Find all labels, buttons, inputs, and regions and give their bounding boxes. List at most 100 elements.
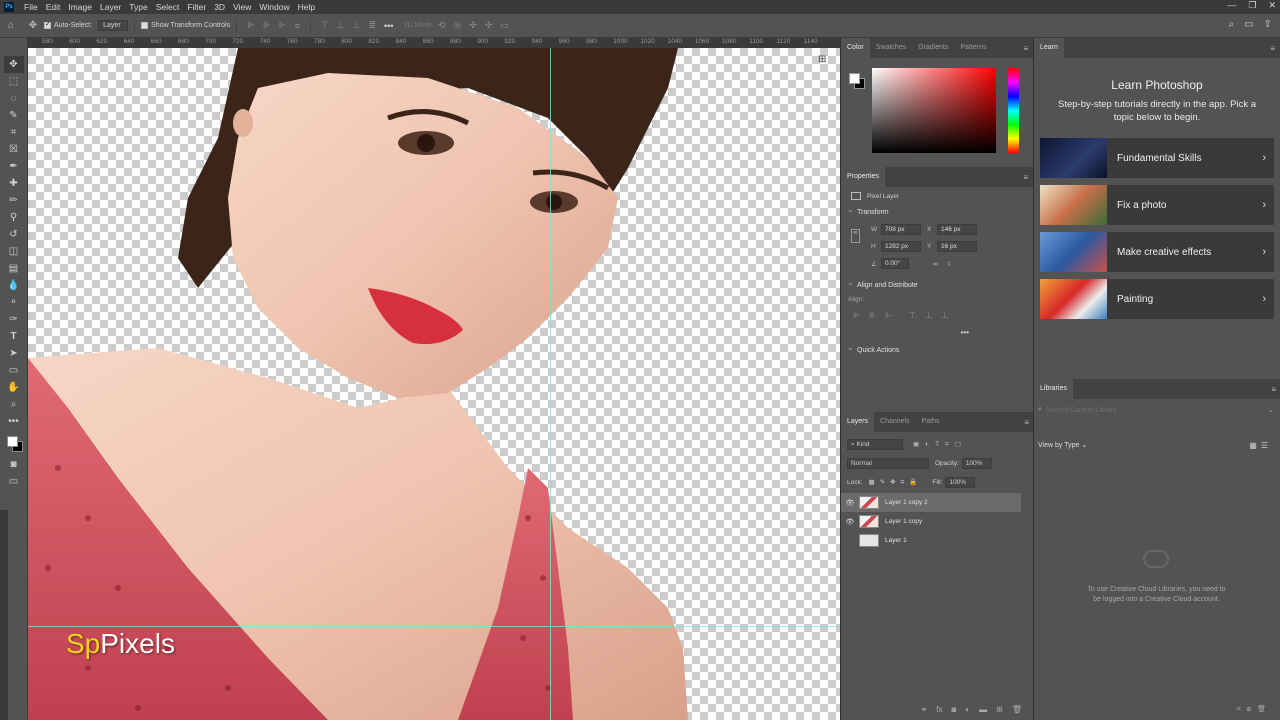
menu-view[interactable]: View (229, 2, 255, 12)
more-options-icon[interactable]: ••• (384, 21, 393, 31)
show-transform-checkbox[interactable] (141, 22, 149, 29)
horizontal-guide[interactable] (28, 626, 840, 627)
tab-libraries[interactable]: Libraries (1034, 379, 1073, 399)
clone-stamp-tool-icon[interactable]: ⚲ (4, 209, 24, 226)
3d-pan-icon[interactable]: ✣ (469, 20, 477, 31)
quick-select-tool-icon[interactable]: ✎ (4, 107, 24, 124)
dodge-tool-icon[interactable]: ⚬ (4, 294, 24, 311)
align-vertical-centers-icon[interactable]: ⊥ (925, 311, 932, 320)
layer-row-layer-1-copy[interactable]: 👁 Layer 1 copy (841, 512, 1021, 531)
menu-help[interactable]: Help (294, 2, 319, 12)
quick-actions-section-title[interactable]: Quick Actions (841, 340, 1033, 359)
learn-card-painting[interactable]: Painting › (1040, 279, 1274, 319)
learn-card-fundamental-skills[interactable]: Fundamental Skills › (1040, 138, 1274, 178)
restore-icon[interactable]: ❐ (1248, 0, 1256, 11)
frame-tool-icon[interactable]: ☒ (4, 141, 24, 158)
3d-roll-icon[interactable]: ◎ (453, 20, 461, 31)
link-icon[interactable]: ∞ (851, 229, 860, 243)
height-field[interactable]: 1282 px (881, 241, 921, 252)
menu-3d[interactable]: 3D (210, 2, 229, 12)
eraser-tool-icon[interactable]: ◫ (4, 243, 24, 260)
library-footer-icons[interactable]: ⌗⊞🗑 (1237, 705, 1272, 714)
view-by-type-dropdown[interactable]: View by Type ⌄ (1038, 441, 1087, 449)
lock-icons[interactable]: ▦✎✥⌗🔒 (869, 478, 923, 487)
menu-layer[interactable]: Layer (96, 2, 125, 12)
align-right-icon[interactable]: ⊩ (279, 20, 287, 31)
flip-vertical-icon[interactable]: ⇳ (946, 260, 951, 268)
delete-layer-icon[interactable]: 🗑 (1012, 705, 1022, 714)
healing-brush-tool-icon[interactable]: ✚ (4, 175, 24, 192)
view-toggle-icons[interactable]: ▦☰ (1249, 441, 1272, 450)
menu-filter[interactable]: Filter (183, 2, 210, 12)
align-center-icon[interactable]: ⊪ (263, 20, 271, 31)
filter-type-icons[interactable]: ▣◐T⌗▢ (913, 440, 967, 449)
hue-slider[interactable] (1008, 68, 1019, 153)
panel-collapse-icon[interactable]: ⊞ (818, 54, 836, 68)
menu-type[interactable]: Type (125, 2, 151, 12)
auto-select-checkbox[interactable] (44, 20, 51, 29)
visibility-eye-icon[interactable]: 👁 (841, 518, 859, 526)
more-align-options-icon[interactable]: ••• (841, 328, 1033, 337)
panel-menu-icon[interactable]: ≡ (1023, 173, 1028, 182)
align-bottom-edges-icon[interactable]: ⊥ (941, 311, 948, 320)
opacity-field[interactable]: 100% (961, 458, 992, 469)
learn-card-make-creative-effects[interactable]: Make creative effects › (1040, 232, 1274, 272)
tab-channels[interactable]: Channels (874, 412, 916, 432)
menu-window[interactable]: Window (255, 2, 293, 12)
align-top-edges-icon[interactable]: ⊤ (909, 311, 916, 320)
visibility-eye-icon[interactable]: 👁 (841, 499, 859, 507)
auto-select-target-dropdown[interactable]: Layer (98, 20, 129, 31)
chevron-down-icon[interactable]: ⌄ (1268, 406, 1274, 414)
brush-tool-icon[interactable]: ✏ (4, 192, 24, 209)
width-field[interactable]: 708 px (881, 224, 921, 235)
menu-edit[interactable]: Edit (42, 2, 65, 12)
foreground-color-swatch[interactable] (849, 73, 860, 84)
new-group-icon[interactable]: ▬ (979, 705, 987, 714)
align-section-title[interactable]: Align and Distribute (841, 275, 1033, 294)
menu-file[interactable]: File (20, 2, 42, 12)
minimize-icon[interactable]: — (1227, 0, 1236, 11)
layer-row-layer-1[interactable]: Layer 1 (841, 531, 1021, 550)
close-icon[interactable]: ✕ (1268, 0, 1276, 11)
align-left-icon[interactable]: ⊫ (247, 20, 255, 31)
home-icon[interactable]: ⌂ (4, 19, 18, 33)
adjustment-layer-icon[interactable]: ◐ (965, 705, 970, 714)
align-top-icon[interactable]: ⊤ (321, 20, 329, 31)
angle-field[interactable]: 0.00° (881, 258, 909, 269)
move-tool-icon[interactable]: ✥ (26, 19, 40, 33)
panel-menu-icon[interactable]: ≡ (1024, 418, 1029, 427)
search-icon[interactable]: ⌕ (1229, 19, 1235, 30)
eyedropper-tool-icon[interactable]: ✒ (4, 158, 24, 175)
fill-field[interactable]: 100% (945, 477, 976, 488)
align-bottom-icon[interactable]: ⊥ (353, 20, 361, 31)
share-icon[interactable]: ⇪ (1264, 19, 1272, 30)
gradient-tool-icon[interactable]: ▤ (4, 260, 24, 277)
3d-rotate-icon[interactable]: ⟲ (438, 20, 446, 31)
flip-horizontal-icon[interactable]: ⇹ (933, 260, 938, 268)
x-field[interactable]: 146 px (937, 224, 977, 235)
library-search[interactable]: ⌕ Search Current Library ⌄ (1038, 405, 1274, 415)
crop-tool-icon[interactable]: ⌗ (4, 124, 24, 141)
foreground-color-swatch[interactable] (6, 436, 18, 447)
layer-row-layer-1-copy-2[interactable]: 👁 Layer 1 copy 2 (841, 493, 1021, 512)
blend-mode-dropdown[interactable]: Normal (847, 458, 929, 469)
align-left-edges-icon[interactable]: ⊫ (853, 311, 860, 320)
blur-tool-icon[interactable]: 💧 (4, 277, 24, 294)
link-layers-icon[interactable]: ⚭ (921, 705, 928, 714)
align-middle-icon[interactable]: ⊥ (337, 20, 345, 31)
quick-mask-icon[interactable]: ◙ (4, 456, 24, 473)
zoom-tool-icon[interactable]: ⌕ (4, 396, 24, 413)
add-mask-icon[interactable]: ◙ (951, 705, 956, 714)
move-tool-icon[interactable]: ✥ (3, 56, 24, 73)
vertical-guide[interactable] (550, 48, 551, 720)
type-tool-icon[interactable]: T (4, 328, 24, 345)
tab-learn[interactable]: Learn (1034, 38, 1064, 58)
panel-menu-icon[interactable]: ≡ (1270, 44, 1275, 53)
menu-select[interactable]: Select (152, 2, 184, 12)
panel-menu-icon[interactable]: ≡ (1271, 385, 1276, 394)
new-layer-icon[interactable]: ⊞ (996, 705, 1003, 714)
transform-section-title[interactable]: Transform (841, 202, 1033, 221)
screen-mode-icon[interactable]: ▭ (4, 473, 24, 490)
distribute-vertical-icon[interactable]: ≣ (368, 20, 376, 31)
workspace-icon[interactable]: ▭ (1244, 19, 1253, 30)
